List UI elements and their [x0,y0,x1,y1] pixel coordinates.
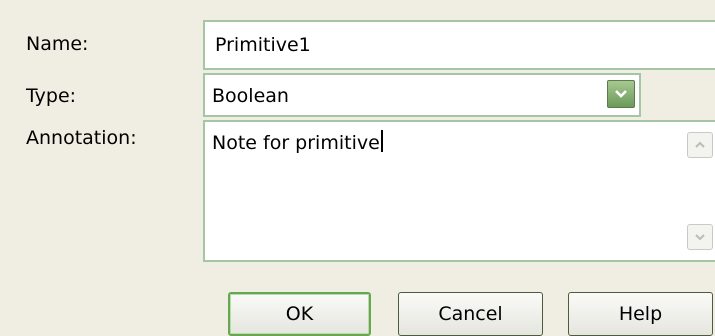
type-value: Boolean [212,85,289,107]
annotation-label: Annotation: [26,127,137,149]
type-label: Type: [26,85,77,107]
cancel-button[interactable]: Cancel [398,292,543,336]
annotation-scrollbar[interactable] [687,124,715,258]
scroll-up-arrow-icon[interactable] [687,132,713,158]
name-input[interactable]: Primitive1 [203,20,715,70]
chevron-down-icon[interactable] [607,80,635,108]
name-label: Name: [26,33,89,55]
name-value: Primitive1 [215,34,311,56]
type-select[interactable]: Boolean [203,73,641,117]
annotation-value: Note for primitive [212,132,380,154]
annotation-textarea[interactable]: Note for primitive [203,120,715,262]
help-button[interactable]: Help [568,292,713,336]
text-cursor [380,130,383,152]
ok-button[interactable]: OK [228,292,371,336]
scroll-down-arrow-icon[interactable] [687,224,713,250]
